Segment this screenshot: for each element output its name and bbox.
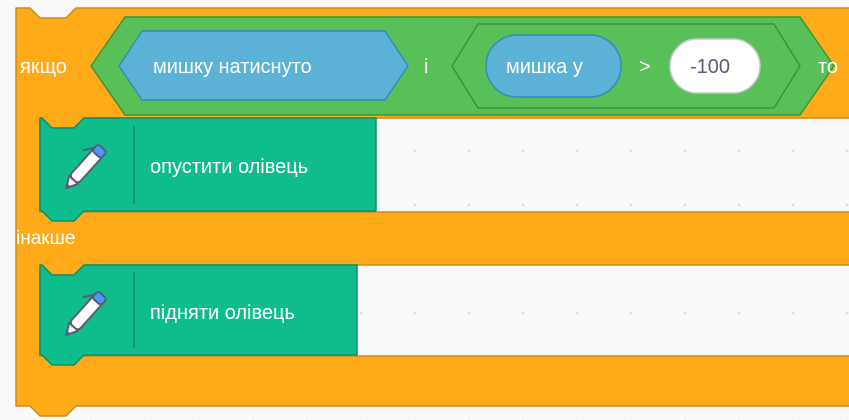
if-label: якщо <box>20 56 67 78</box>
mouse-y-label: мишка у <box>506 56 583 78</box>
value-input-text[interactable]: -100 <box>690 57 730 77</box>
and-operator-label: і <box>424 56 429 78</box>
then-label: то <box>818 56 839 78</box>
pen-up-label: підняти олівець <box>150 302 295 324</box>
mouse-down-label: мишку натиснуто <box>153 56 312 78</box>
greater-than-sign: > <box>639 56 651 78</box>
else-label: інакше <box>16 228 76 249</box>
pen-down-label: опустити олівець <box>150 156 309 178</box>
scratch-script-area: якщо мишку натиснуто і мишка у > -100 то… <box>0 0 849 420</box>
